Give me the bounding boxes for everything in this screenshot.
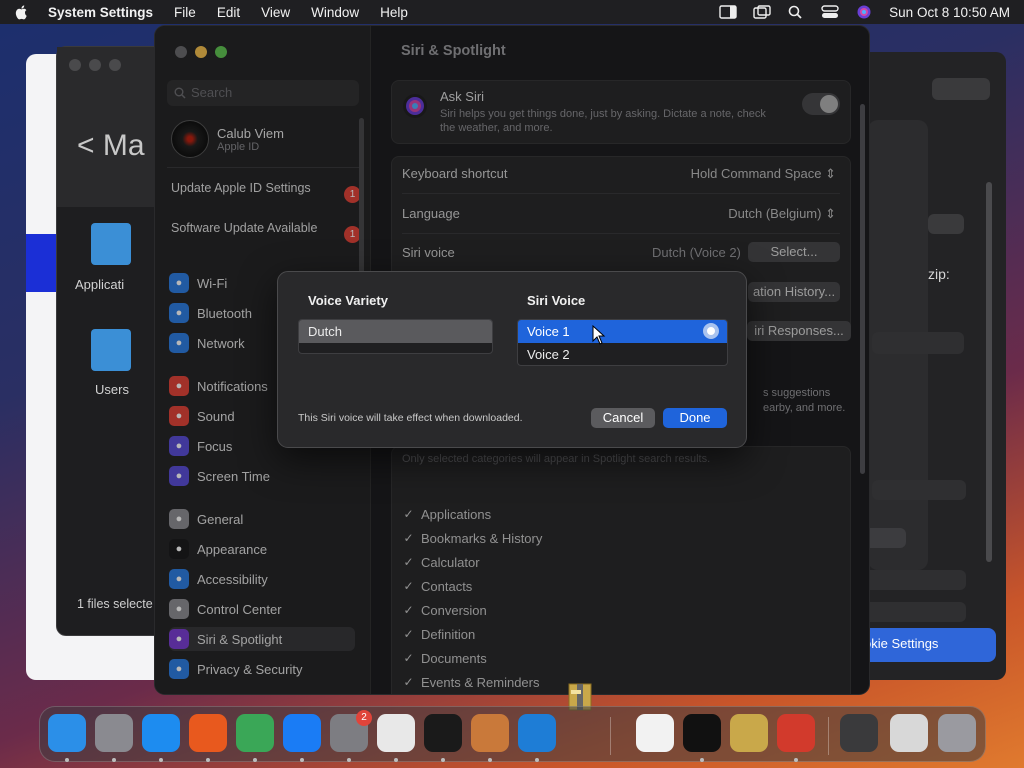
document-stack-icon[interactable]: [890, 714, 928, 752]
vscode-icon[interactable]: [518, 714, 556, 752]
folder-icon[interactable]: [91, 223, 131, 265]
running-indicator: [394, 758, 398, 762]
variety-label: Dutch: [308, 324, 342, 339]
folder-icon[interactable]: [91, 329, 131, 371]
running-indicator: [488, 758, 492, 762]
trash-icon[interactable]: [938, 714, 976, 752]
dock-separator: [610, 717, 611, 755]
menu-app-name[interactable]: System Settings: [48, 5, 153, 20]
control-center-icon[interactable]: [821, 5, 839, 19]
siri-voice-sheet: Voice Variety Siri Voice Dutch Voice 1 V…: [277, 271, 747, 448]
done-button[interactable]: Done: [663, 408, 727, 428]
display-icon[interactable]: [719, 5, 737, 19]
right-window-field[interactable]: [872, 480, 966, 500]
siri-icon[interactable]: [855, 5, 873, 19]
menu-file[interactable]: File: [174, 5, 196, 20]
running-indicator: [206, 758, 210, 762]
selected-radio-icon: [703, 323, 719, 339]
menu-edit[interactable]: Edit: [217, 5, 240, 20]
finder-back-title[interactable]: < Ma: [77, 129, 145, 163]
folder-label-applications[interactable]: Applicati: [75, 277, 124, 292]
menu-bar: System Settings File Edit View Window He…: [0, 0, 1024, 24]
zip-label: zip:: [928, 266, 950, 282]
apple-menu-icon[interactable]: [14, 4, 30, 20]
finder-icon[interactable]: [48, 714, 86, 752]
voice-variety-list[interactable]: Dutch: [298, 319, 493, 354]
voice-label: Voice 1: [527, 324, 570, 339]
dock: 2: [39, 706, 986, 762]
running-indicator: [65, 758, 69, 762]
launchpad-icon[interactable]: [95, 714, 133, 752]
right-window-button[interactable]: [932, 78, 990, 100]
running-indicator: [300, 758, 304, 762]
running-indicator: [347, 758, 351, 762]
firefox-icon[interactable]: [189, 714, 227, 752]
safari-icon[interactable]: [142, 714, 180, 752]
voice-variety-heading: Voice Variety: [308, 293, 388, 308]
archive-utility-icon[interactable]: [730, 714, 768, 752]
siri-voice-list[interactable]: Voice 1 Voice 2: [517, 319, 728, 366]
right-window-scrollbar[interactable]: [986, 182, 992, 562]
siri-voice-heading: Siri Voice: [527, 293, 586, 308]
menu-clock[interactable]: Sun Oct 8 10:50 AM: [889, 5, 1010, 20]
sheet-note: This Siri voice will take effect when do…: [298, 412, 523, 424]
textedit-icon[interactable]: [377, 714, 415, 752]
downloads-stack-icon[interactable]: [840, 714, 878, 752]
mouse-pointer-icon: [592, 325, 606, 345]
search-icon[interactable]: [787, 5, 805, 19]
voice-item-2[interactable]: Voice 2: [518, 343, 727, 365]
dock-badge: 2: [356, 710, 372, 726]
menu-help[interactable]: Help: [380, 5, 408, 20]
app-store-icon[interactable]: [283, 714, 321, 752]
apple-tv-icon[interactable]: [683, 714, 721, 752]
voice-label: Voice 2: [527, 347, 570, 362]
terminal-icon[interactable]: [424, 714, 462, 752]
freeform-icon[interactable]: [636, 714, 674, 752]
running-indicator: [253, 758, 257, 762]
cancel-button[interactable]: Cancel: [591, 408, 655, 428]
dock-separator: [828, 717, 829, 755]
running-indicator: [535, 758, 539, 762]
right-window-dropdown[interactable]: [872, 332, 964, 354]
running-indicator: [700, 758, 704, 762]
variety-item-dutch[interactable]: Dutch: [299, 320, 492, 343]
running-indicator: [794, 758, 798, 762]
chrome-icon[interactable]: [236, 714, 274, 752]
menu-view[interactable]: View: [261, 5, 290, 20]
screen-mirroring-icon[interactable]: [753, 5, 771, 19]
finder-status-bar: 1 files selecte: [77, 597, 153, 611]
running-indicator: [112, 758, 116, 762]
garageband-icon[interactable]: [471, 714, 509, 752]
menu-window[interactable]: Window: [311, 5, 359, 20]
voice-item-1[interactable]: Voice 1: [518, 320, 727, 343]
system-settings-icon[interactable]: 2: [330, 710, 372, 752]
running-indicator: [159, 758, 163, 762]
finder-traffic-lights: [69, 59, 121, 71]
running-indicator: [441, 758, 445, 762]
parallels-icon[interactable]: [777, 714, 815, 752]
close-icon[interactable]: [69, 59, 81, 71]
folder-label-users[interactable]: Users: [95, 382, 129, 397]
right-window-small-button[interactable]: [928, 214, 964, 234]
minimize-icon[interactable]: [89, 59, 101, 71]
zoom-icon[interactable]: [109, 59, 121, 71]
